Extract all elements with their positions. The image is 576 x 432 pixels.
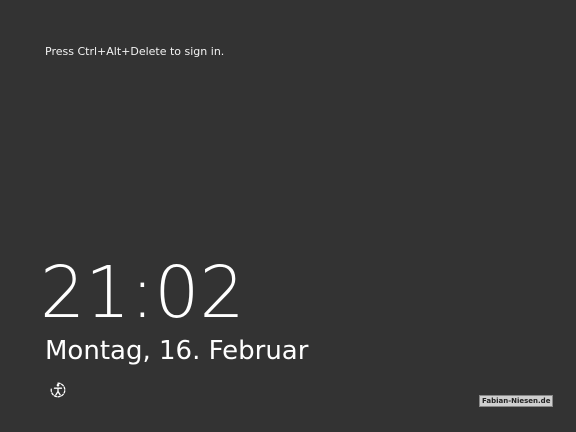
ease-of-access-button[interactable]	[48, 380, 68, 400]
clock-date: Montag, 16. Februar	[45, 336, 309, 366]
ease-of-access-icon	[50, 382, 66, 398]
lock-screen[interactable]: Press Ctrl+Alt+Delete to sign in. 21:02 …	[0, 0, 576, 432]
watermark: Fabian-Niesen.de	[479, 395, 554, 407]
sign-in-prompt: Press Ctrl+Alt+Delete to sign in.	[45, 45, 225, 58]
clock-time: 21:02	[40, 251, 245, 334]
